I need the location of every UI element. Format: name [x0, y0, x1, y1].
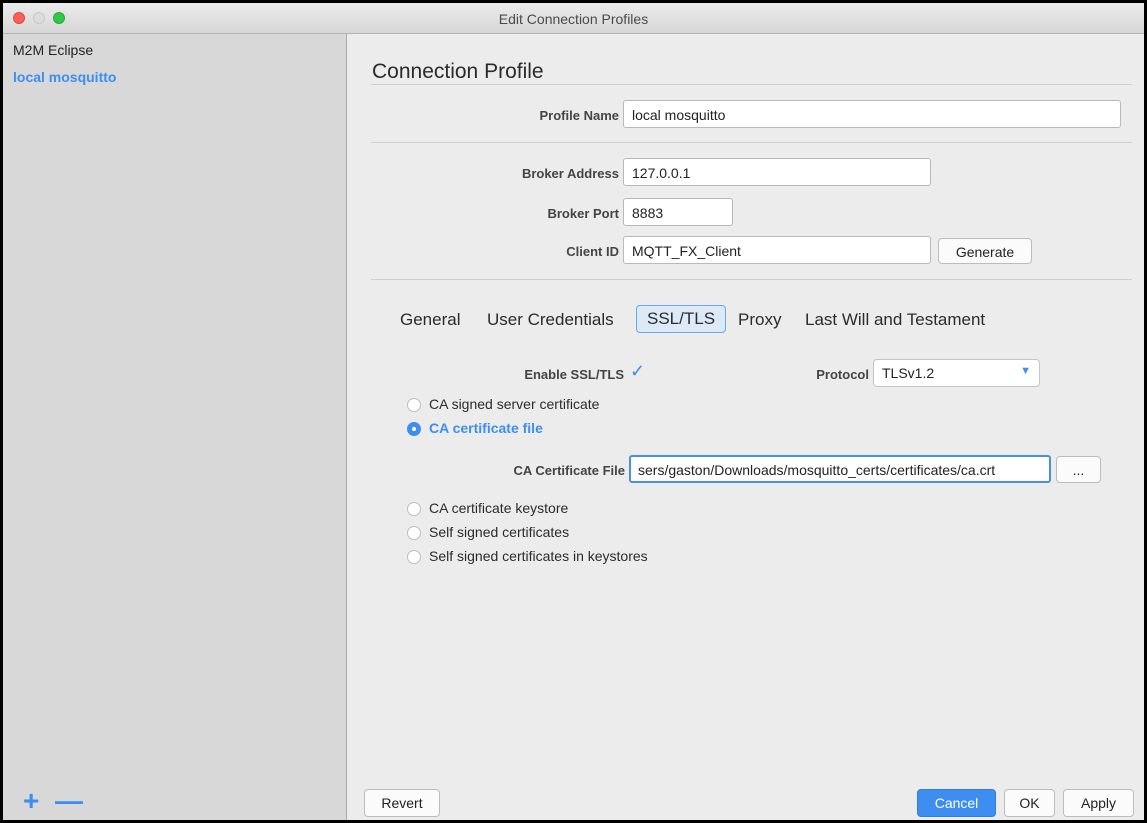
profile-name-label: Profile Name	[539, 108, 619, 123]
enable-ssl-tls-checkbox[interactable]: ✓	[630, 361, 645, 382]
option-label: CA signed server certificate	[429, 396, 600, 412]
edit-connection-profiles-window: Edit Connection Profiles M2M Eclipse loc…	[3, 3, 1144, 820]
radio-self-signed-certificates-in-keystores[interactable]	[407, 550, 421, 564]
tab-user-credentials[interactable]: User Credentials	[487, 310, 614, 330]
ca-certificate-file-field[interactable]: sers/gaston/Downloads/mosquitto_certs/ce…	[629, 455, 1051, 483]
radio-self-signed-certificates[interactable]	[407, 526, 421, 540]
divider	[371, 142, 1132, 143]
page-title: Connection Profile	[372, 60, 544, 83]
enable-ssl-tls-label: Enable SSL/TLS	[524, 367, 624, 382]
chevron-down-icon: ▼	[1020, 365, 1031, 377]
broker-port-field[interactable]: 8883	[623, 198, 733, 226]
broker-port-label: Broker Port	[547, 206, 619, 221]
option-label: CA certificate keystore	[429, 500, 569, 516]
option-label: CA certificate file	[429, 420, 543, 436]
sidebar-item-local-mosquitto[interactable]: local mosquitto	[13, 69, 116, 85]
divider	[371, 84, 1132, 85]
option-label: Self signed certificates	[429, 524, 570, 540]
profile-name-field[interactable]: local mosquitto	[623, 100, 1121, 128]
broker-address-field[interactable]: 127.0.0.1	[623, 158, 931, 186]
divider	[371, 279, 1132, 280]
remove-profile-icon[interactable]: —	[55, 787, 83, 815]
protocol-select[interactable]: TLSv1.2 ▼	[873, 359, 1040, 387]
revert-button[interactable]: Revert	[364, 789, 440, 817]
radio-ca-certificate-file[interactable]	[407, 422, 421, 436]
generate-button[interactable]: Generate	[938, 238, 1032, 264]
client-id-label: Client ID	[566, 244, 619, 259]
browse-button[interactable]: ...	[1056, 456, 1101, 483]
add-profile-icon[interactable]: +	[23, 787, 39, 815]
option-label: Self signed certificates in keystores	[429, 548, 648, 564]
tab-ssl-tls[interactable]: SSL/TLS	[636, 305, 727, 333]
tab-general[interactable]: General	[400, 310, 460, 330]
broker-address-label: Broker Address	[521, 166, 619, 181]
ca-certificate-file-label: CA Certificate File	[513, 463, 626, 478]
radio-ca-certificate-keystore[interactable]	[407, 502, 421, 516]
protocol-value: TLSv1.2	[882, 365, 935, 381]
tab-last-will-and-testament[interactable]: Last Will and Testament	[805, 310, 985, 330]
window-title: Edit Connection Profiles	[498, 11, 649, 27]
profile-editor: Connection Profile Profile Name local mo…	[347, 34, 1144, 820]
protocol-label: Protocol	[816, 367, 869, 382]
client-id-field[interactable]: MQTT_FX_Client	[623, 236, 931, 264]
radio-ca-signed-server-certificate[interactable]	[407, 398, 421, 412]
sidebar-item-m2m-eclipse[interactable]: M2M Eclipse	[13, 42, 93, 58]
apply-button[interactable]: Apply	[1063, 789, 1134, 817]
title-bar: Edit Connection Profiles	[3, 3, 1144, 34]
cancel-button[interactable]: Cancel	[917, 789, 996, 817]
tab-proxy[interactable]: Proxy	[738, 310, 781, 330]
profiles-sidebar: M2M Eclipse local mosquitto + —	[3, 34, 347, 820]
ok-button[interactable]: OK	[1004, 789, 1055, 817]
